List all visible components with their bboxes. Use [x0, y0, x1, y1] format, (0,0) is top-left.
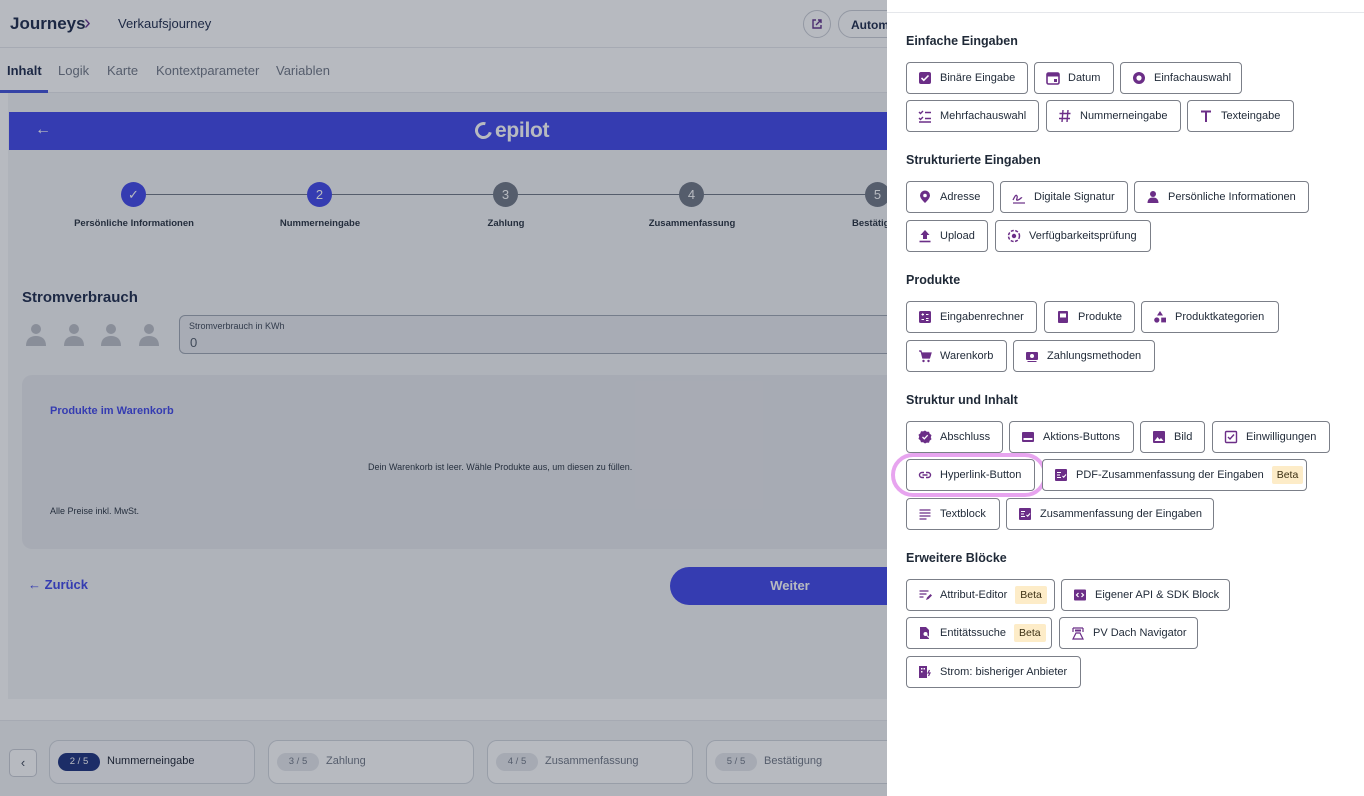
journey-editor: Journeys › Verkaufsjourney Automa Inhalt… — [0, 0, 887, 796]
text-icon — [1201, 110, 1211, 122]
checklist-icon — [918, 110, 931, 123]
block-completion-button[interactable]: Abschluss — [906, 421, 1003, 453]
block-address-button[interactable]: Adresse — [906, 181, 994, 213]
block-label: PDF-Zusammenfassung der Eingaben — [1076, 469, 1264, 481]
block-cart-button[interactable]: Warenkorb — [906, 340, 1007, 372]
block-digital-signature-button[interactable]: Digitale Signatur — [1000, 181, 1128, 213]
block-pv-roof-navigator-button[interactable]: PV Dach Navigator — [1059, 617, 1198, 649]
block-attribute-editor-button[interactable]: Attribut-Editor Beta — [906, 579, 1055, 611]
block-label: Einwilligungen — [1246, 431, 1317, 443]
beta-badge: Beta — [1015, 586, 1047, 604]
radio-icon — [1133, 72, 1145, 84]
block-label: Binäre Eingabe — [940, 72, 1016, 84]
beta-badge: Beta — [1271, 466, 1304, 484]
block-label: Eingabenrechner — [940, 311, 1024, 323]
category-title-simple-inputs: Einfache Eingaben — [906, 34, 1018, 48]
block-label: Warenkorb — [940, 350, 994, 362]
block-image-button[interactable]: Bild — [1140, 421, 1205, 453]
block-label: Strom: bisheriger Anbieter — [940, 666, 1068, 678]
availability-check-icon — [1007, 229, 1021, 243]
block-label: Nummerneingabe — [1080, 110, 1168, 122]
summary-icon — [1019, 508, 1031, 520]
block-label: Textblock — [940, 508, 986, 520]
block-personal-info-button[interactable]: Persönliche Informationen — [1134, 181, 1309, 213]
block-label: Adresse — [940, 191, 981, 203]
block-label: Aktions-Buttons — [1043, 431, 1121, 443]
block-label: Digitale Signatur — [1034, 191, 1115, 203]
block-custom-api-sdk-button[interactable]: Eigener API & SDK Block — [1061, 579, 1230, 611]
block-label: Bild — [1174, 431, 1193, 443]
block-product-categories-button[interactable]: Produktkategorien — [1141, 301, 1279, 333]
payment-icon — [1026, 352, 1038, 362]
block-products-button[interactable]: Produkte — [1044, 301, 1135, 333]
calculator-icon — [919, 311, 931, 323]
signature-icon — [1012, 194, 1025, 204]
block-date-button[interactable]: Datum — [1034, 62, 1114, 94]
power-provider-icon — [919, 666, 931, 678]
block-hyperlink-button[interactable]: Hyperlink-Button — [906, 459, 1035, 491]
action-buttons-icon — [1022, 432, 1034, 442]
block-input-summary-button[interactable]: Zusammenfassung der Eingaben — [1006, 498, 1214, 530]
solar-panel-icon — [1072, 627, 1084, 640]
block-pdf-summary-button[interactable]: PDF-Zusammenfassung der Eingaben Beta — [1042, 459, 1307, 491]
block-label: Texteingabe — [1221, 110, 1281, 122]
category-title-structured-inputs: Strukturierte Eingaben — [906, 153, 1041, 167]
block-single-choice-button[interactable]: Einfachauswahl — [1120, 62, 1242, 94]
product-box-icon — [1058, 311, 1068, 323]
block-consents-button[interactable]: Einwilligungen — [1212, 421, 1330, 453]
location-pin-icon — [920, 190, 930, 203]
block-binary-input-button[interactable]: Binäre Eingabe — [906, 62, 1028, 94]
block-multi-choice-button[interactable]: Mehrfachauswahl — [906, 100, 1039, 132]
add-block-panel: Einfache Eingaben Binäre Eingabe Datum E… — [887, 0, 1364, 796]
beta-badge: Beta — [1014, 624, 1046, 642]
image-icon — [1153, 431, 1165, 443]
badge-check-icon — [918, 430, 932, 444]
summary-icon — [1055, 469, 1067, 481]
block-calculator-button[interactable]: Eingabenrechner — [906, 301, 1037, 333]
block-label: Produkte — [1078, 311, 1123, 323]
block-upload-button[interactable]: Upload — [906, 220, 988, 252]
block-label: PV Dach Navigator — [1093, 627, 1187, 639]
block-label: Eigener API & SDK Block — [1095, 589, 1220, 601]
block-label: Entitätssuche — [940, 627, 1007, 639]
doc-search-icon — [920, 627, 930, 639]
block-textblock-button[interactable]: Textblock — [906, 498, 1000, 530]
block-label: Persönliche Informationen — [1168, 191, 1296, 203]
link-icon — [918, 471, 932, 479]
block-label: Mehrfachauswahl — [940, 110, 1027, 122]
block-label: Upload — [940, 230, 975, 242]
categories-icon — [1154, 311, 1166, 323]
person-icon — [1147, 191, 1159, 203]
block-label: Abschluss — [940, 431, 991, 443]
category-title-structure-content: Struktur und Inhalt — [906, 393, 1018, 407]
block-label: Zusammenfassung der Eingaben — [1040, 508, 1203, 520]
block-label: Einfachauswahl — [1154, 72, 1232, 84]
category-title-extended-blocks: Erweitere Blöcke — [906, 551, 1007, 565]
block-label: Verfügbarkeitsprüfung — [1029, 230, 1137, 242]
lines-icon — [919, 509, 931, 520]
block-entity-search-button[interactable]: Entitätssuche Beta — [906, 617, 1052, 649]
modal-backdrop[interactable] — [0, 0, 887, 796]
consent-icon — [1224, 430, 1238, 444]
block-label: Zahlungsmethoden — [1047, 350, 1142, 362]
block-availability-check-button[interactable]: Verfügbarkeitsprüfung — [995, 220, 1151, 252]
checkbox-icon — [919, 72, 931, 84]
block-number-input-button[interactable]: Nummerneingabe — [1046, 100, 1181, 132]
block-text-input-button[interactable]: Texteingabe — [1187, 100, 1294, 132]
block-label: Datum — [1068, 72, 1101, 84]
hash-icon — [1059, 109, 1071, 123]
category-title-products: Produkte — [906, 273, 961, 287]
block-action-buttons-button[interactable]: Aktions-Buttons — [1009, 421, 1134, 453]
panel-divider — [887, 12, 1364, 13]
block-label: Attribut-Editor — [940, 589, 1008, 601]
block-payment-methods-button[interactable]: Zahlungsmethoden — [1013, 340, 1155, 372]
block-label: Hyperlink-Button — [940, 469, 1022, 481]
cart-icon — [919, 350, 932, 363]
upload-icon — [919, 230, 931, 243]
code-icon — [1074, 589, 1086, 601]
block-label: Produktkategorien — [1175, 311, 1265, 323]
calendar-icon — [1046, 72, 1060, 85]
block-previous-provider-button[interactable]: Strom: bisheriger Anbieter — [906, 656, 1081, 688]
edit-lines-icon — [919, 590, 932, 600]
